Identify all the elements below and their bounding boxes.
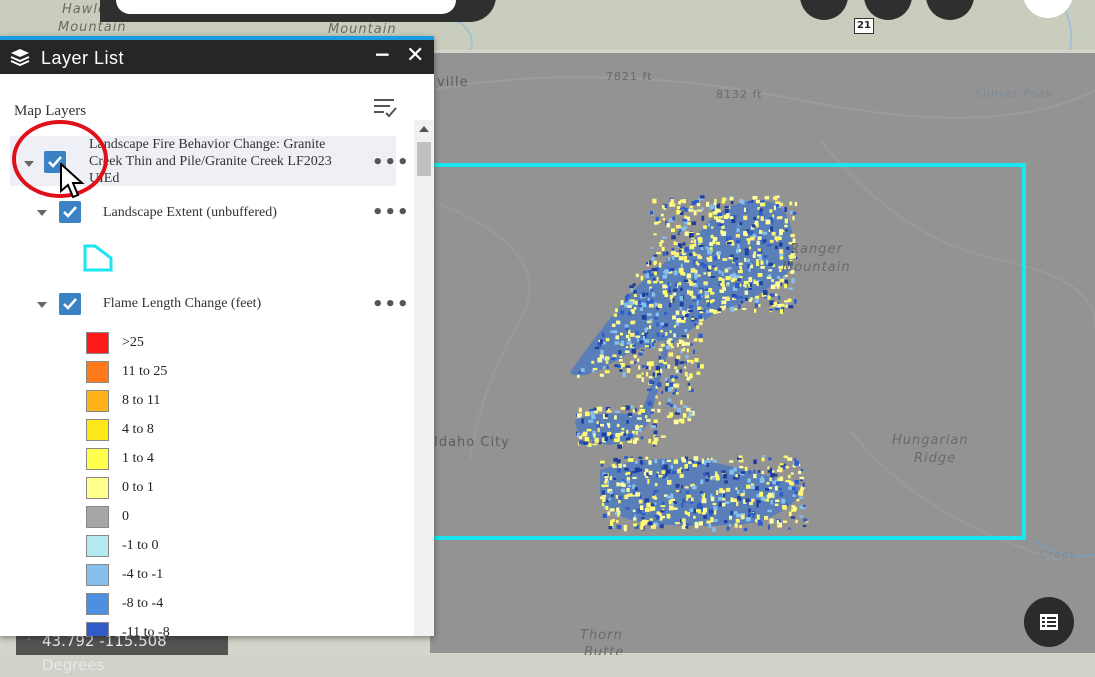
route-shield: 21 (854, 18, 874, 34)
scroll-thumb[interactable] (417, 142, 431, 176)
filter-list-icon[interactable] (372, 94, 398, 120)
layer-name: Landscape Fire Behavior Change: Granite … (89, 137, 332, 186)
legend-swatch (86, 593, 109, 615)
elevation-label: 7821 ft (606, 70, 653, 83)
place-label: Idaho City (434, 435, 510, 450)
layer-options-button[interactable]: ••• (372, 202, 410, 223)
legend-label: >25 (122, 335, 144, 350)
section-label: Map Layers (14, 103, 87, 119)
legend-swatch (86, 390, 109, 412)
legend-button[interactable] (1024, 597, 1074, 647)
layer-options-button[interactable]: ••• (372, 152, 410, 173)
legend-label: 4 to 8 (122, 422, 154, 437)
legend-label: 0 (122, 509, 129, 524)
search-bar[interactable] (100, 0, 496, 22)
legend-label: 1 to 4 (122, 451, 154, 466)
legend-swatch (86, 448, 109, 470)
search-input[interactable] (116, 0, 456, 14)
legend-label: 11 to 25 (122, 364, 168, 379)
place-label: Ranger (790, 242, 843, 257)
legend-swatch (86, 361, 109, 383)
legend-swatch (86, 564, 109, 586)
place-label: Mountain (58, 20, 127, 35)
legend-label: -11 to -8 (122, 625, 170, 636)
layer-name: Landscape Extent (unbuffered) (103, 205, 277, 220)
elevation-label: 8132 ft (716, 88, 763, 101)
legend-label: 8 to 11 (122, 393, 161, 408)
place-label: Hungarian (892, 433, 969, 448)
legend-swatch (86, 535, 109, 557)
legend-label: -1 to 0 (122, 538, 159, 553)
coordinate-text: 43.792 -115.508 Degrees (42, 632, 167, 674)
panel-title: Layer List (41, 48, 125, 68)
layer-name: Flame Length Change (feet) (103, 296, 262, 311)
panel-header[interactable]: Layer List − ✕ (0, 40, 434, 74)
place-label: ville (437, 75, 469, 90)
caret-down-icon[interactable] (37, 210, 47, 216)
layer-checkbox[interactable] (59, 293, 81, 315)
place-label: Sunset Peak (975, 87, 1054, 100)
legend-label: -8 to -4 (122, 596, 164, 611)
place-label: Ridge (914, 451, 957, 466)
place-label: Butte (584, 645, 625, 655)
place-label: Thorn (580, 628, 623, 643)
layer-options-button[interactable]: ••• (372, 294, 410, 315)
legend-swatch (86, 419, 109, 441)
legend-swatch (86, 506, 109, 528)
mouse-pointer-icon (60, 161, 86, 206)
close-button[interactable]: ✕ (406, 43, 424, 68)
legend-label: -4 to -1 (122, 567, 164, 582)
place-label: Mountain (328, 22, 397, 37)
extent-symbol-icon (83, 244, 115, 277)
panel-scrollbar[interactable] (414, 120, 434, 636)
legend-swatch (86, 477, 109, 499)
legend-swatch (86, 332, 109, 354)
place-label: Creek (1040, 548, 1077, 561)
legend-swatch (86, 622, 109, 636)
scroll-up-icon[interactable] (419, 126, 429, 132)
minimize-button[interactable]: − (374, 42, 391, 66)
legend-label: 0 to 1 (122, 480, 154, 495)
list-icon (1040, 614, 1058, 630)
caret-down-icon[interactable] (37, 302, 47, 308)
place-label: Mountain (782, 260, 851, 275)
layers-icon (10, 48, 30, 71)
